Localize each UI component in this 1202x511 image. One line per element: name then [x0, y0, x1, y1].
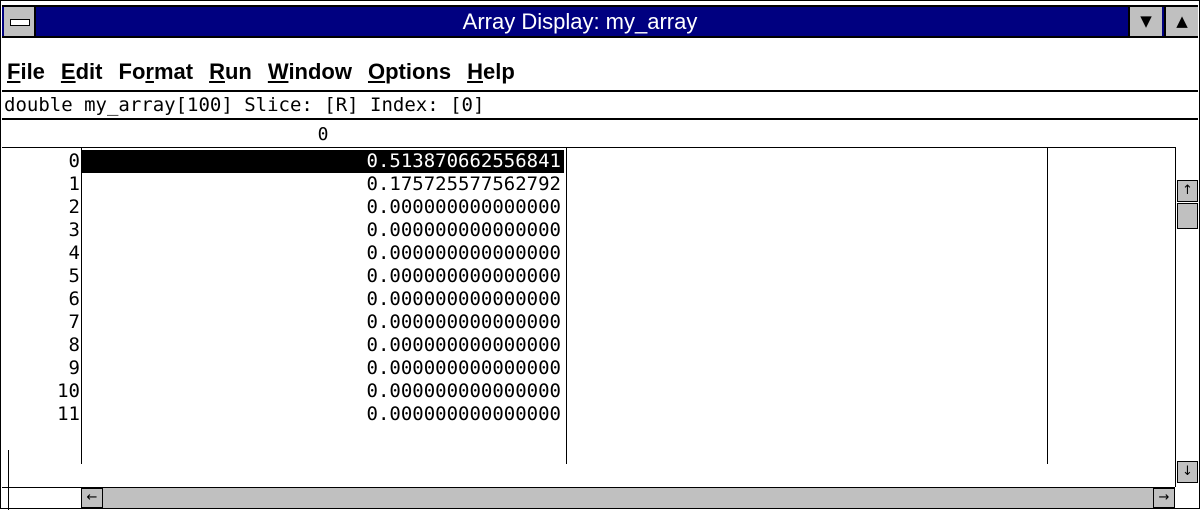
array-cell[interactable]: 0.513870662556841 [82, 150, 564, 173]
array-cell[interactable]: 0.000000000000000 [82, 357, 564, 380]
array-cell[interactable]: 0.000000000000000 [82, 265, 564, 288]
menu-item-label: ile [20, 59, 45, 84]
menu-item-accelerator: R [209, 59, 225, 84]
row-index-label: 11 [57, 403, 80, 425]
up-arrow-icon: ↑ [1182, 183, 1193, 198]
row-index-label: 6 [68, 288, 80, 310]
menu-item-accelerator: O [367, 59, 386, 84]
scroll-right-button[interactable]: → [1153, 488, 1175, 508]
row-labels: 0 1 2 3 4 5 6 7 8 9 10 11 [2, 148, 80, 488]
horizontal-scrollbar[interactable]: ← → [81, 487, 1175, 508]
row-index-label: 10 [57, 380, 80, 402]
menu-item-label: dit [75, 59, 103, 84]
row-index-label: 9 [68, 357, 80, 379]
menu-item-label: elp [483, 59, 515, 84]
menu-item-0[interactable]: File [7, 56, 45, 87]
row-index-label: 8 [68, 334, 80, 356]
array-cell[interactable]: 0.175725577562792 [82, 173, 564, 196]
system-menu-button[interactable] [4, 7, 36, 36]
window-title: Array Display: my_array [462, 9, 698, 34]
menu-item-accelerator: r [145, 59, 154, 84]
array-cell[interactable]: 0.000000000000000 [82, 311, 564, 334]
window-edge-line [8, 450, 9, 510]
array-cell[interactable]: 0.000000000000000 [82, 288, 564, 311]
menu-item-6[interactable]: Help [467, 56, 515, 87]
menu-item-prefix: Fo [118, 59, 146, 84]
array-cell[interactable]: 0.000000000000000 [82, 403, 564, 426]
array-cell[interactable]: 0.000000000000000 [82, 380, 564, 403]
menu-item-label: ptions [385, 59, 452, 84]
menu-item-accelerator: H [467, 59, 483, 84]
right-arrow-icon: → [1158, 490, 1170, 505]
menu-item-label: mat [153, 59, 194, 84]
vertical-scrollbar[interactable]: ↑ ↓ [1175, 147, 1199, 487]
minimize-icon: ▼ [1140, 12, 1152, 30]
column-0: 0.513870662556841 0.175725577562792 0.0000… [81, 148, 567, 464]
menu-item-accelerator: E [60, 59, 76, 84]
column-1 [566, 148, 1048, 464]
menu-item-5[interactable]: Options [368, 56, 451, 87]
minimize-button[interactable]: ▼ [1128, 7, 1162, 36]
menu-item-label: indow [288, 59, 352, 84]
title-bar[interactable]: Array Display: my_array ▼ ▲ [2, 5, 1198, 38]
row-index-label: 0 [68, 150, 80, 172]
array-info-line: double my_array[100] Slice: [R] Index: [… [2, 90, 1198, 120]
row-index-label: 3 [68, 219, 80, 241]
scroll-up-button[interactable]: ↑ [1177, 180, 1198, 202]
row-index-label: 5 [68, 265, 80, 287]
menu-bar: File Edit Format Run Window Options Help [2, 56, 1198, 87]
vertical-scroll-thumb[interactable] [1177, 203, 1198, 229]
scroll-left-button[interactable]: ← [81, 488, 103, 508]
system-menu-icon [10, 19, 30, 26]
menu-item-1[interactable]: Edit [61, 56, 103, 87]
array-display-window: Array Display: my_array ▼ ▲ File Edit Form… [0, 0, 1200, 510]
array-cell[interactable]: 0.000000000000000 [82, 334, 564, 357]
menu-item-4[interactable]: Window [268, 56, 352, 87]
menu-item-2[interactable]: Format [119, 56, 194, 87]
array-cell[interactable]: 0.000000000000000 [82, 219, 564, 242]
menu-item-accelerator: F [7, 59, 21, 84]
maximize-button[interactable]: ▲ [1164, 7, 1198, 36]
column-header-label: 0 [317, 124, 329, 145]
row-index-label: 4 [68, 242, 80, 264]
left-arrow-icon: ← [86, 490, 98, 505]
row-index-label: 1 [68, 173, 80, 195]
down-arrow-icon: ↓ [1182, 464, 1193, 479]
array-cell[interactable]: 0.000000000000000 [82, 196, 564, 219]
scroll-corner [2, 487, 81, 508]
maximize-icon: ▲ [1176, 12, 1188, 30]
menu-item-accelerator: W [267, 59, 289, 84]
row-index-label: 2 [68, 196, 80, 218]
column-header: 0 [81, 123, 565, 147]
row-index-label: 7 [68, 311, 80, 333]
menu-item-label: un [224, 59, 252, 84]
scroll-down-button[interactable]: ↓ [1177, 461, 1198, 483]
array-cell[interactable]: 0.000000000000000 [82, 242, 564, 265]
array-grid: 0 1 2 3 4 5 6 7 8 9 10 11 0.513870662556841 0.175725… [2, 147, 1175, 487]
menu-item-3[interactable]: Run [209, 56, 252, 87]
